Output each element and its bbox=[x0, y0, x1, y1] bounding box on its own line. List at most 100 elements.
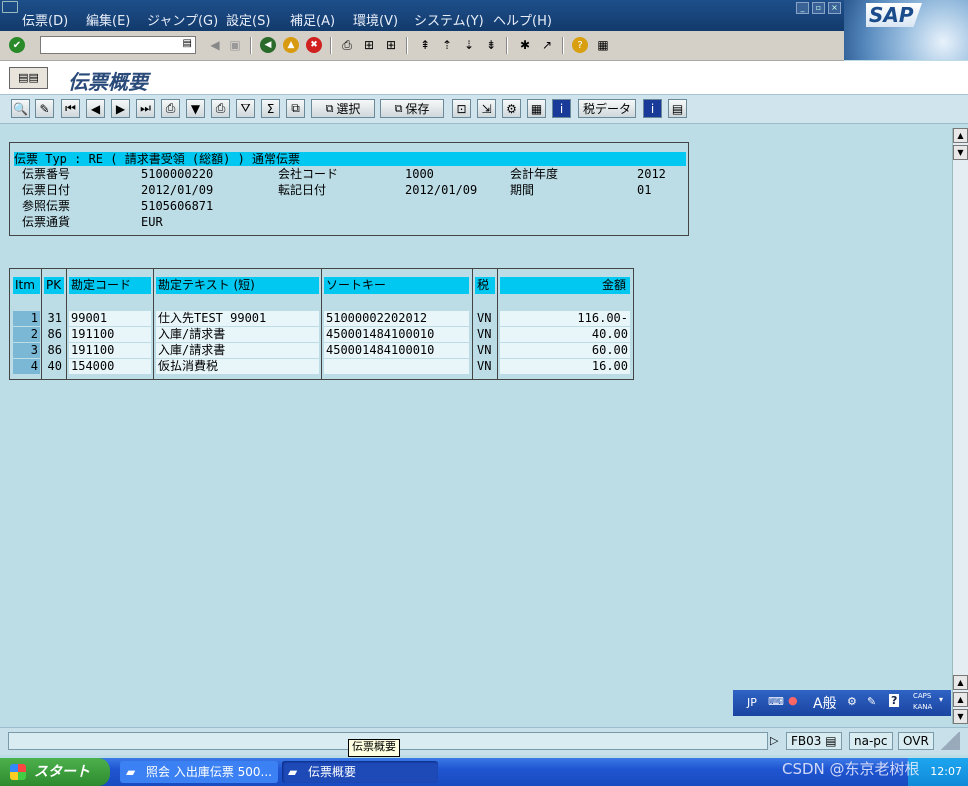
notes-icon[interactable]: ▤ bbox=[668, 99, 687, 118]
col-header-sort-key[interactable]: ソートキー bbox=[324, 277, 469, 294]
col-header-text[interactable]: 勘定テキスト (短) bbox=[156, 277, 319, 294]
info-icon[interactable]: i bbox=[552, 99, 571, 118]
display-variant-icon[interactable]: ⚙ bbox=[502, 99, 521, 118]
find-next-icon[interactable]: ⊞ bbox=[382, 36, 400, 54]
cell-itm[interactable]: 2 bbox=[13, 327, 40, 342]
col-header-itm[interactable]: Itm bbox=[13, 277, 40, 294]
cell-tax[interactable]: VN bbox=[475, 359, 495, 374]
print-list-icon[interactable]: ⎙ bbox=[211, 99, 230, 118]
scroll-up-icon[interactable]: ▼ bbox=[953, 145, 968, 160]
ime-icon[interactable]: ● bbox=[788, 694, 798, 707]
scroll-top-icon[interactable]: ▲ bbox=[953, 128, 968, 143]
cell-itm[interactable]: 1 bbox=[13, 311, 40, 326]
choose-layout-icon[interactable]: ⊡ bbox=[452, 99, 471, 118]
help-icon[interactable]: ? bbox=[572, 37, 588, 53]
cell-sort-key[interactable]: 450001484100010 bbox=[324, 343, 469, 358]
keyboard-icon[interactable]: ⌨ bbox=[768, 695, 784, 708]
command-field[interactable]: ▤ bbox=[40, 36, 196, 54]
last-page-icon[interactable]: ⇟ bbox=[482, 36, 500, 54]
first-item-icon[interactable]: ⏮ bbox=[61, 99, 80, 118]
cell-sort-key[interactable]: 450001484100010 bbox=[324, 327, 469, 342]
command-history-icon[interactable]: ▤ bbox=[183, 38, 192, 49]
col-header-account[interactable]: 勘定コード bbox=[69, 277, 151, 294]
last-item-icon[interactable]: ⏭ bbox=[136, 99, 155, 118]
col-header-amount[interactable]: 金額 bbox=[500, 277, 630, 294]
document-info-icon[interactable]: i bbox=[643, 99, 662, 118]
cell-tax[interactable]: VN bbox=[475, 311, 495, 326]
calculator-icon[interactable]: ▦ bbox=[527, 99, 546, 118]
task-item-active[interactable]: ▰ 伝票概要 bbox=[282, 761, 438, 783]
shortcut-icon[interactable]: ↗ bbox=[538, 36, 556, 54]
create-session-icon[interactable]: ✱ bbox=[516, 36, 534, 54]
first-page-icon[interactable]: ⇞ bbox=[416, 36, 434, 54]
cell-account[interactable]: 154000 bbox=[69, 359, 151, 374]
sort-icon[interactable]: ▼ bbox=[186, 99, 205, 118]
sum-icon[interactable]: Σ bbox=[261, 99, 280, 118]
ime-help-icon[interactable]: ? bbox=[889, 694, 900, 707]
cell-sort-key[interactable]: 51000002202012 bbox=[324, 311, 469, 326]
cell-account[interactable]: 191100 bbox=[69, 327, 151, 342]
vertical-scrollbar[interactable]: ▲ ▼ ▲ ▲ ▼ bbox=[952, 128, 968, 724]
edit-icon[interactable]: ✎ bbox=[35, 99, 54, 118]
cell-sort-key[interactable] bbox=[324, 359, 469, 374]
status-expand-icon[interactable]: ▷ bbox=[770, 734, 778, 747]
ime-lang[interactable]: JP bbox=[747, 696, 757, 709]
cell-account[interactable]: 99001 bbox=[69, 311, 151, 326]
menu-environment[interactable]: 環境(V) bbox=[353, 10, 398, 29]
find-icon[interactable]: ⊞ bbox=[360, 36, 378, 54]
col-header-pk[interactable]: PK bbox=[44, 277, 64, 294]
scroll-bottom-icon[interactable]: ▼ bbox=[953, 709, 968, 724]
ime-pad-icon[interactable]: ⚙ bbox=[847, 695, 857, 708]
minimize-icon[interactable]: _ bbox=[796, 2, 809, 14]
ime-mode[interactable]: A般 bbox=[813, 693, 837, 713]
menu-extras[interactable]: 補足(A) bbox=[290, 10, 335, 29]
cell-pk[interactable]: 86 bbox=[44, 327, 64, 342]
cell-amount[interactable]: 60.00 bbox=[500, 343, 630, 358]
tax-data-button[interactable]: 税データ bbox=[578, 99, 636, 118]
collapse-icon[interactable]: ◀ bbox=[206, 36, 224, 54]
cell-amount[interactable]: 40.00 bbox=[500, 327, 630, 342]
scroll-thumb-up-icon[interactable]: ▲ bbox=[953, 675, 968, 690]
resize-grip-icon[interactable] bbox=[940, 732, 960, 750]
ime-language-bar[interactable]: JP ⌨ ● A般 ⚙ ✎ ? CAPS KANA ▾ bbox=[733, 690, 951, 716]
menu-document[interactable]: 伝票(D) bbox=[22, 10, 68, 29]
close-icon[interactable]: × bbox=[828, 2, 841, 14]
select-button[interactable]: ⧉ 選択 bbox=[311, 99, 375, 118]
next-page-icon[interactable]: ⇣ bbox=[460, 36, 478, 54]
cell-itm[interactable]: 3 bbox=[13, 343, 40, 358]
restore-icon[interactable]: ▫ bbox=[812, 2, 825, 14]
cell-tax[interactable]: VN bbox=[475, 327, 495, 342]
session-list-icon[interactable]: ▤ bbox=[825, 734, 836, 748]
cell-itm[interactable]: 4 bbox=[13, 359, 40, 374]
ime-options-icon[interactable]: ▾ bbox=[939, 695, 943, 704]
cell-text[interactable]: 仮払消費税 bbox=[156, 359, 319, 374]
start-button[interactable]: スタート bbox=[0, 758, 110, 786]
menu-goto[interactable]: ジャンプ(G) bbox=[147, 10, 218, 29]
cancel-icon[interactable]: ✖ bbox=[306, 37, 322, 53]
system-menu-icon[interactable] bbox=[2, 1, 18, 13]
cell-text[interactable]: 入庫/請求書 bbox=[156, 327, 319, 342]
subtotal-icon[interactable]: ⧉ bbox=[286, 99, 305, 118]
task-item[interactable]: ▰ 照会 入出庫伝票 500... bbox=[120, 761, 278, 783]
enter-icon[interactable]: ✔ bbox=[9, 37, 25, 53]
cell-pk[interactable]: 86 bbox=[44, 343, 64, 358]
ime-tool-icon[interactable]: ✎ bbox=[867, 695, 876, 708]
export-icon[interactable]: ⇲ bbox=[477, 99, 496, 118]
menu-edit[interactable]: 編集(E) bbox=[86, 10, 130, 29]
print-icon[interactable]: ⎙ bbox=[338, 36, 356, 54]
cell-pk[interactable]: 40 bbox=[44, 359, 64, 374]
command-input[interactable] bbox=[42, 38, 176, 54]
scroll-down-icon[interactable]: ▲ bbox=[953, 692, 968, 707]
menu-system[interactable]: システム(Y) bbox=[414, 10, 484, 29]
save-icon[interactable]: ▣ bbox=[226, 36, 244, 54]
layout-menu-icon[interactable]: ▦ bbox=[594, 36, 612, 54]
col-header-tax[interactable]: 税 bbox=[475, 277, 495, 294]
print-preview-icon[interactable]: ⎙ bbox=[161, 99, 180, 118]
menu-help[interactable]: ヘルプ(H) bbox=[493, 10, 552, 29]
exit-icon[interactable]: ▲ bbox=[283, 37, 299, 53]
cell-text[interactable]: 仕入先TEST 99001 bbox=[156, 311, 319, 326]
cell-amount[interactable]: 116.00- bbox=[500, 311, 630, 326]
previous-page-icon[interactable]: ⇡ bbox=[438, 36, 456, 54]
cell-amount[interactable]: 16.00 bbox=[500, 359, 630, 374]
menu-settings[interactable]: 設定(S) bbox=[226, 10, 270, 29]
